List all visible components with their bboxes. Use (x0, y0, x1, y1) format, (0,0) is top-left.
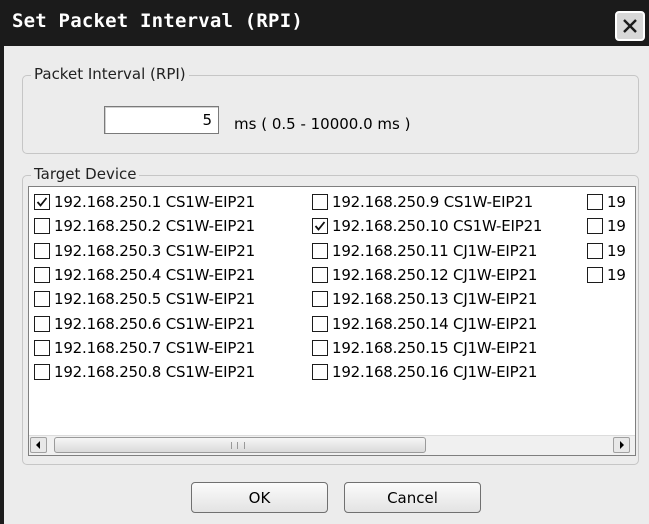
checkmark-icon (314, 221, 326, 232)
device-item[interactable]: 192.168.250.8 CS1W-EIP21 (34, 361, 255, 383)
device-label: 192.168.250.4 CS1W-EIP21 (54, 265, 255, 284)
device-item[interactable]: 192.168.250.11 CJ1W-EIP21 (312, 240, 537, 262)
device-item[interactable]: 192.168.250.4 CS1W-EIP21 (34, 264, 255, 286)
horizontal-scrollbar[interactable] (29, 435, 635, 455)
device-label: 192.168.250.10 CS1W-EIP21 (332, 217, 543, 236)
device-checkbox[interactable] (312, 291, 328, 308)
device-checkbox[interactable] (34, 315, 50, 332)
device-checkbox[interactable] (34, 364, 50, 381)
device-label: 192.168.250.2 CS1W-EIP21 (54, 217, 255, 236)
device-checkbox[interactable] (34, 218, 50, 235)
dialog-title: Set Packet Interval (RPI) (12, 10, 303, 32)
device-checkbox[interactable] (34, 339, 50, 356)
packet-interval-legend: Packet Interval (RPI) (31, 65, 189, 83)
scrollbar-grip (231, 442, 245, 449)
device-item[interactable]: 192.168.250.14 CJ1W-EIP21 (312, 313, 537, 335)
device-item[interactable]: 192.168.250.1 CS1W-EIP21 (34, 191, 255, 213)
device-label: 192.168.250.13 CJ1W-EIP21 (332, 290, 538, 309)
title-bar: Set Packet Interval (RPI) (0, 0, 649, 46)
device-label: 192.168.250.11 CJ1W-EIP21 (332, 241, 538, 260)
device-label: 192.168.250.16 CJ1W-EIP21 (332, 363, 538, 382)
device-item[interactable]: 192.168.250.12 CJ1W-EIP21 (312, 264, 537, 286)
device-label: 192.168.250.5 CS1W-EIP21 (54, 290, 255, 309)
device-checkbox[interactable] (312, 194, 328, 210)
target-device-legend: Target Device (31, 165, 140, 183)
device-checkbox[interactable] (34, 194, 50, 210)
device-checkbox[interactable] (312, 242, 328, 259)
device-label: 19 (607, 241, 626, 260)
device-item[interactable]: 19 (587, 240, 626, 262)
device-checkbox[interactable] (587, 242, 603, 259)
device-label: 192.168.250.3 CS1W-EIP21 (54, 241, 255, 260)
device-label: 192.168.250.8 CS1W-EIP21 (54, 363, 255, 382)
set-packet-interval-dialog: Set Packet Interval (RPI) Packet Interva… (0, 0, 649, 524)
checkmark-icon (36, 197, 48, 207)
device-label: 192.168.250.15 CJ1W-EIP21 (332, 338, 538, 357)
device-checkbox[interactable] (312, 218, 328, 235)
device-label: 19 (607, 193, 626, 211)
device-label: 19 (607, 217, 626, 236)
device-item[interactable]: 19 (587, 215, 626, 237)
device-label: 192.168.250.12 CJ1W-EIP21 (332, 265, 538, 284)
device-item[interactable]: 192.168.250.10 CS1W-EIP21 (312, 215, 542, 237)
device-checkbox[interactable] (312, 266, 328, 283)
device-checkbox[interactable] (587, 218, 603, 235)
device-label: 192.168.250.6 CS1W-EIP21 (54, 314, 255, 333)
device-label: 192.168.250.9 CS1W-EIP21 (332, 193, 533, 211)
ok-button[interactable]: OK (191, 482, 328, 513)
scrollbar-thumb[interactable] (54, 437, 426, 453)
device-item[interactable]: 192.168.250.13 CJ1W-EIP21 (312, 288, 537, 310)
device-item[interactable]: 192.168.250.2 CS1W-EIP21 (34, 215, 255, 237)
device-item[interactable]: 192.168.250.15 CJ1W-EIP21 (312, 337, 537, 359)
scroll-right-button[interactable] (613, 437, 630, 453)
device-label: 19 (607, 265, 626, 284)
device-item[interactable]: 19 (587, 264, 626, 286)
cancel-button[interactable]: Cancel (344, 482, 481, 513)
close-icon (623, 19, 637, 33)
device-item[interactable]: 192.168.250.9 CS1W-EIP21 (312, 191, 533, 213)
device-item[interactable]: 192.168.250.3 CS1W-EIP21 (34, 240, 255, 262)
device-item[interactable]: 192.168.250.7 CS1W-EIP21 (34, 337, 255, 359)
close-button[interactable] (615, 11, 645, 41)
device-item[interactable]: 192.168.250.6 CS1W-EIP21 (34, 313, 255, 335)
device-checkbox[interactable] (312, 315, 328, 332)
device-item[interactable]: 192.168.250.5 CS1W-EIP21 (34, 288, 255, 310)
device-checkbox[interactable] (312, 339, 328, 356)
device-item[interactable]: 19 (587, 191, 626, 213)
device-item[interactable]: 192.168.250.16 CJ1W-EIP21 (312, 361, 537, 383)
device-checkbox[interactable] (587, 266, 603, 283)
arrow-left-icon (36, 441, 40, 449)
device-checkbox[interactable] (34, 291, 50, 308)
interval-range-label: ms ( 0.5 - 10000.0 ms ) (234, 115, 411, 133)
device-label: 192.168.250.14 CJ1W-EIP21 (332, 314, 538, 333)
device-checkbox[interactable] (34, 242, 50, 259)
arrow-right-icon (620, 441, 624, 449)
device-label: 192.168.250.1 CS1W-EIP21 (54, 193, 255, 211)
device-checkbox[interactable] (587, 194, 603, 210)
target-device-list[interactable]: 192.168.250.1 CS1W-EIP21 192.168.250.2 CS… (28, 186, 636, 456)
device-checkbox[interactable] (34, 266, 50, 283)
device-label: 192.168.250.7 CS1W-EIP21 (54, 338, 255, 357)
device-checkbox[interactable] (312, 364, 328, 381)
scroll-left-button[interactable] (30, 437, 47, 453)
packet-interval-input[interactable] (104, 106, 219, 134)
